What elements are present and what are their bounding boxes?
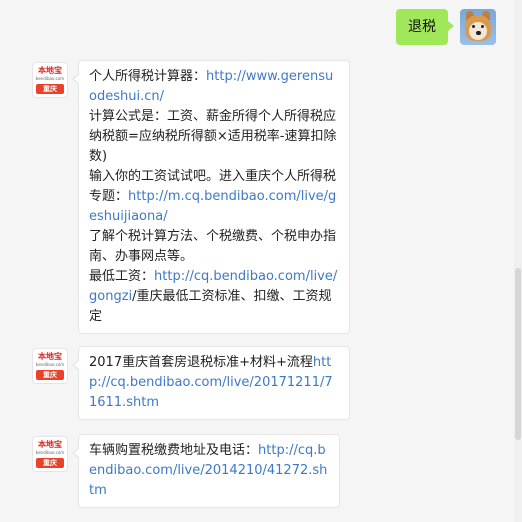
scrollbar-track[interactable]: [514, 0, 522, 522]
chat-window: 退税 本地宝 bendibao.com 重庆 个人所得税计算器：http://w…: [0, 0, 522, 522]
outgoing-message-bubble[interactable]: 退税: [396, 9, 454, 45]
message-text: 个人所得税计算器：: [89, 69, 207, 84]
message-text: 计算公式是：工资、薪金所得个人所得税应纳税额=应纳税所得额×适用税率-速算扣除数…: [89, 109, 337, 164]
dog-eye-icon: [481, 25, 484, 28]
scrollbar-thumb[interactable]: [515, 268, 521, 440]
message-text: 最低工资：: [89, 269, 155, 284]
brand-domain-text: bendibao.com: [35, 362, 65, 367]
brand-avatar[interactable]: 本地宝 bendibao.com 重庆: [32, 62, 68, 98]
message-text: 了解个税计算方法、个税缴费、个税申办指南、办事网点等。: [89, 229, 337, 264]
brand-domain-text: bendibao.com: [35, 450, 65, 455]
incoming-message-row: 本地宝 bendibao.com 重庆 2017重庆首套房退税标准+材料+流程h…: [32, 346, 350, 420]
user-avatar[interactable]: [460, 9, 496, 45]
brand-avatar[interactable]: 本地宝 bendibao.com 重庆: [32, 436, 68, 472]
incoming-message-bubble: 2017重庆首套房退税标准+材料+流程http://cq.bendibao.co…: [72, 346, 350, 420]
dog-eye-icon: [472, 25, 475, 28]
brand-logo-text: 本地宝: [38, 66, 62, 75]
brand-domain-text: bendibao.com: [35, 76, 65, 81]
brand-city-badge: 重庆: [36, 84, 64, 94]
message-text: 车辆购置税缴费地址及电话：: [89, 443, 259, 458]
incoming-message-bubble: 车辆购置税缴费地址及电话：http://cq.bendibao.com/live…: [72, 434, 340, 508]
brand-logo-text: 本地宝: [38, 440, 62, 449]
incoming-message-row: 本地宝 bendibao.com 重庆 车辆购置税缴费地址及电话：http://…: [32, 434, 340, 508]
incoming-message-bubble: 个人所得税计算器：http://www.gerensuodeshui.cn/ 计…: [72, 60, 350, 334]
outgoing-message-row: 退税: [396, 8, 496, 46]
brand-city-badge: 重庆: [36, 370, 64, 380]
incoming-message-row: 本地宝 bendibao.com 重庆 个人所得税计算器：http://www.…: [32, 60, 350, 334]
brand-city-badge: 重庆: [36, 458, 64, 468]
message-text: 2017重庆首套房退税标准+材料+流程: [89, 355, 313, 370]
brand-avatar[interactable]: 本地宝 bendibao.com 重庆: [32, 348, 68, 384]
dog-nose-icon: [476, 31, 481, 35]
brand-logo-text: 本地宝: [38, 352, 62, 361]
